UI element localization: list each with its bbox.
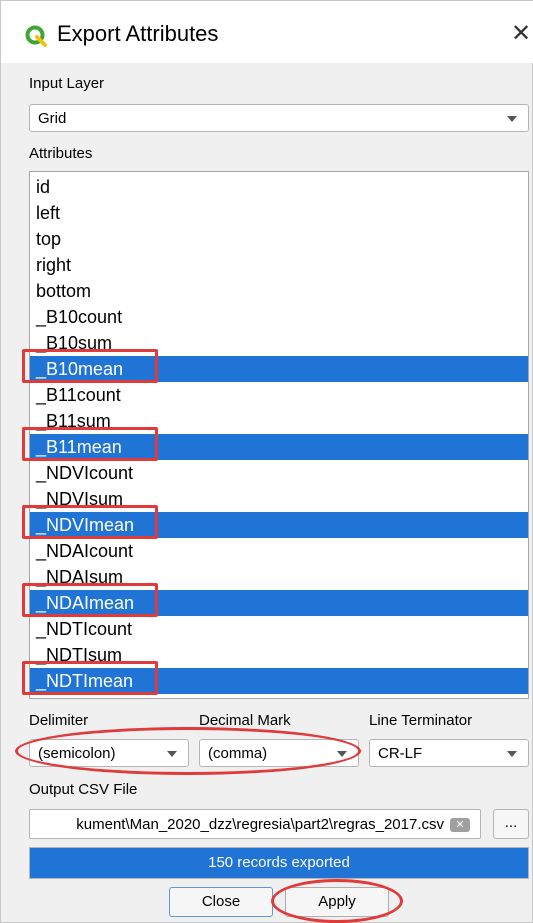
delimiter-label: Delimiter <box>29 712 89 729</box>
annotation-box <box>22 427 158 461</box>
list-item[interactable]: _B11count <box>30 382 528 408</box>
qgis-icon <box>25 25 47 47</box>
export-attributes-dialog: Export Attributes ✕ Input Layer Grid Att… <box>0 0 533 923</box>
input-layer-value: Grid <box>38 110 67 127</box>
chevron-down-icon <box>507 116 517 122</box>
input-layer-label: Input Layer <box>29 75 105 92</box>
line-terminator-select[interactable]: CR-LF <box>369 739 529 767</box>
list-item[interactable]: bottom <box>30 278 528 304</box>
progress-text: 150 records exported <box>208 854 350 871</box>
list-item[interactable]: right <box>30 252 528 278</box>
annotation-box <box>22 349 158 383</box>
output-csv-path-value: kument\Man_2020_dzz\regresia\part2\regra… <box>76 816 444 833</box>
list-item[interactable]: id <box>30 174 528 200</box>
list-item[interactable]: _NDVIcount <box>30 460 528 486</box>
progress-bar: 150 records exported <box>29 847 529 879</box>
annotation-ellipse <box>271 879 403 923</box>
line-terminator-value: CR-LF <box>378 745 423 762</box>
annotation-box <box>22 583 158 617</box>
input-layer-select[interactable]: Grid <box>29 104 529 132</box>
close-icon[interactable]: ✕ <box>509 19 533 49</box>
annotation-box <box>22 505 158 539</box>
output-csv-label: Output CSV File <box>29 781 138 798</box>
list-item[interactable]: _B10count <box>30 304 528 330</box>
list-item[interactable]: left <box>30 200 528 226</box>
title-bar: Export Attributes ✕ <box>1 1 533 63</box>
clear-icon[interactable]: ✕ <box>450 818 470 832</box>
window-title: Export Attributes <box>57 21 219 46</box>
chevron-down-icon <box>507 751 517 757</box>
list-item[interactable]: _NDTIcount <box>30 616 528 642</box>
output-csv-path-input[interactable]: kument\Man_2020_dzz\regresia\part2\regra… <box>29 809 481 839</box>
close-button[interactable]: Close <box>169 887 273 917</box>
line-terminator-label: Line Terminator <box>369 712 473 729</box>
annotation-ellipse <box>15 727 361 775</box>
list-item[interactable]: top <box>30 226 528 252</box>
annotation-box <box>22 661 158 695</box>
list-item[interactable]: _NDAIcount <box>30 538 528 564</box>
browse-button[interactable]: ... <box>493 809 529 839</box>
attributes-label: Attributes <box>29 145 93 162</box>
